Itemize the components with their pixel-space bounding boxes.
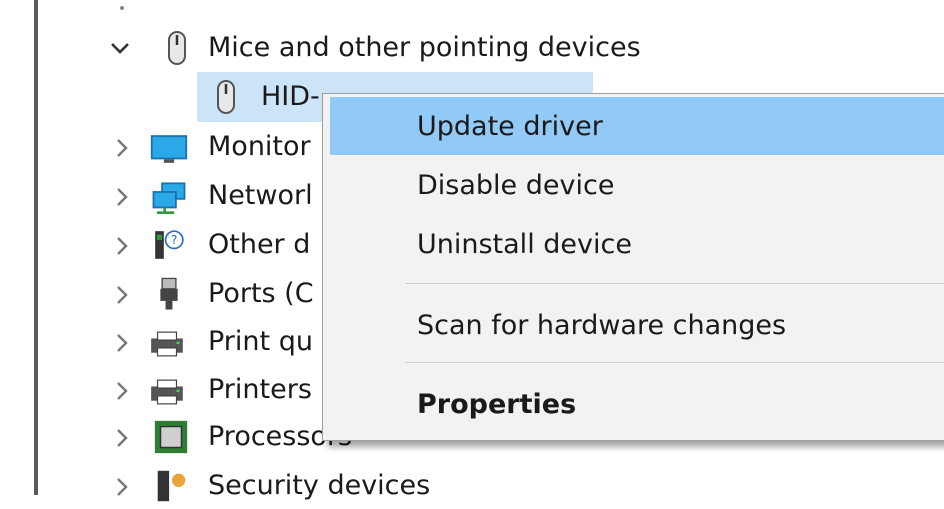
tree-item-label: Ports (C [208, 278, 314, 309]
menu-item-label: Uninstall device [417, 228, 632, 260]
tree-item-print-queues[interactable]: Print qu [100, 319, 330, 365]
monitor-icon [150, 135, 188, 163]
processor-icon [154, 420, 188, 454]
context-menu: Update driver Disable device Uninstall d… [322, 93, 944, 441]
chevron-right-icon[interactable] [110, 234, 134, 258]
chevron-right-icon[interactable] [110, 379, 134, 403]
chevron-right-icon[interactable] [110, 426, 134, 450]
menu-item-properties[interactable]: Properties [330, 375, 944, 433]
security-device-icon [157, 470, 186, 502]
mouse-icon [217, 80, 235, 114]
tree-item-label: Print qu [208, 326, 313, 357]
tree-item-label: Other d [208, 229, 311, 260]
chevron-right-icon[interactable] [110, 185, 134, 209]
menu-item-label: Disable device [417, 169, 615, 201]
menu-item-label: Scan for hardware changes [417, 309, 787, 341]
menu-item-label: Properties [417, 388, 577, 420]
cutoff-glyphs [120, 6, 319, 10]
chevron-down-icon[interactable] [108, 36, 132, 60]
menu-item-update-driver[interactable]: Update driver [330, 97, 944, 155]
tree-item-monitors[interactable]: Monitor [100, 124, 330, 170]
tree-row-cutoff [112, 0, 319, 18]
unknown-device-icon: ? [155, 230, 184, 259]
tree-item-ports[interactable]: Ports (C [100, 271, 330, 317]
chevron-right-icon[interactable] [110, 475, 134, 499]
print-queue-icon [151, 331, 183, 357]
tree-item-label: Monitor [208, 131, 311, 162]
mouse-icon [168, 31, 186, 65]
tree-item-mice[interactable]: Mice and other pointing devices [100, 25, 700, 71]
printer-icon [151, 379, 183, 405]
menu-item-disable-device[interactable]: Disable device [330, 156, 944, 214]
network-icon [152, 182, 186, 214]
chevron-right-icon[interactable] [110, 136, 134, 160]
tree-item-network[interactable]: Networl [100, 173, 330, 219]
menu-item-scan-hardware[interactable]: Scan for hardware changes [330, 296, 944, 354]
tree-item-label: Security devices [208, 470, 431, 501]
menu-item-label: Update driver [417, 110, 603, 142]
tree-item-other-devices[interactable]: ? Other d [100, 222, 330, 268]
tree-item-printers[interactable]: Printers [100, 367, 330, 413]
menu-separator [405, 283, 944, 284]
menu-item-uninstall-device[interactable]: Uninstall device [330, 215, 944, 273]
menu-separator [405, 362, 944, 363]
tree-item-label: Printers [208, 374, 312, 405]
svg-text:?: ? [171, 233, 177, 247]
chevron-right-icon[interactable] [110, 331, 134, 355]
tree-item-label: Mice and other pointing devices [208, 32, 641, 63]
chevron-right-icon[interactable] [110, 283, 134, 307]
tree-item-label: Networl [208, 180, 313, 211]
tree-item-security-devices[interactable]: Security devices [100, 463, 500, 509]
tree-item-label: HID- [261, 81, 320, 112]
port-icon [160, 277, 178, 310]
